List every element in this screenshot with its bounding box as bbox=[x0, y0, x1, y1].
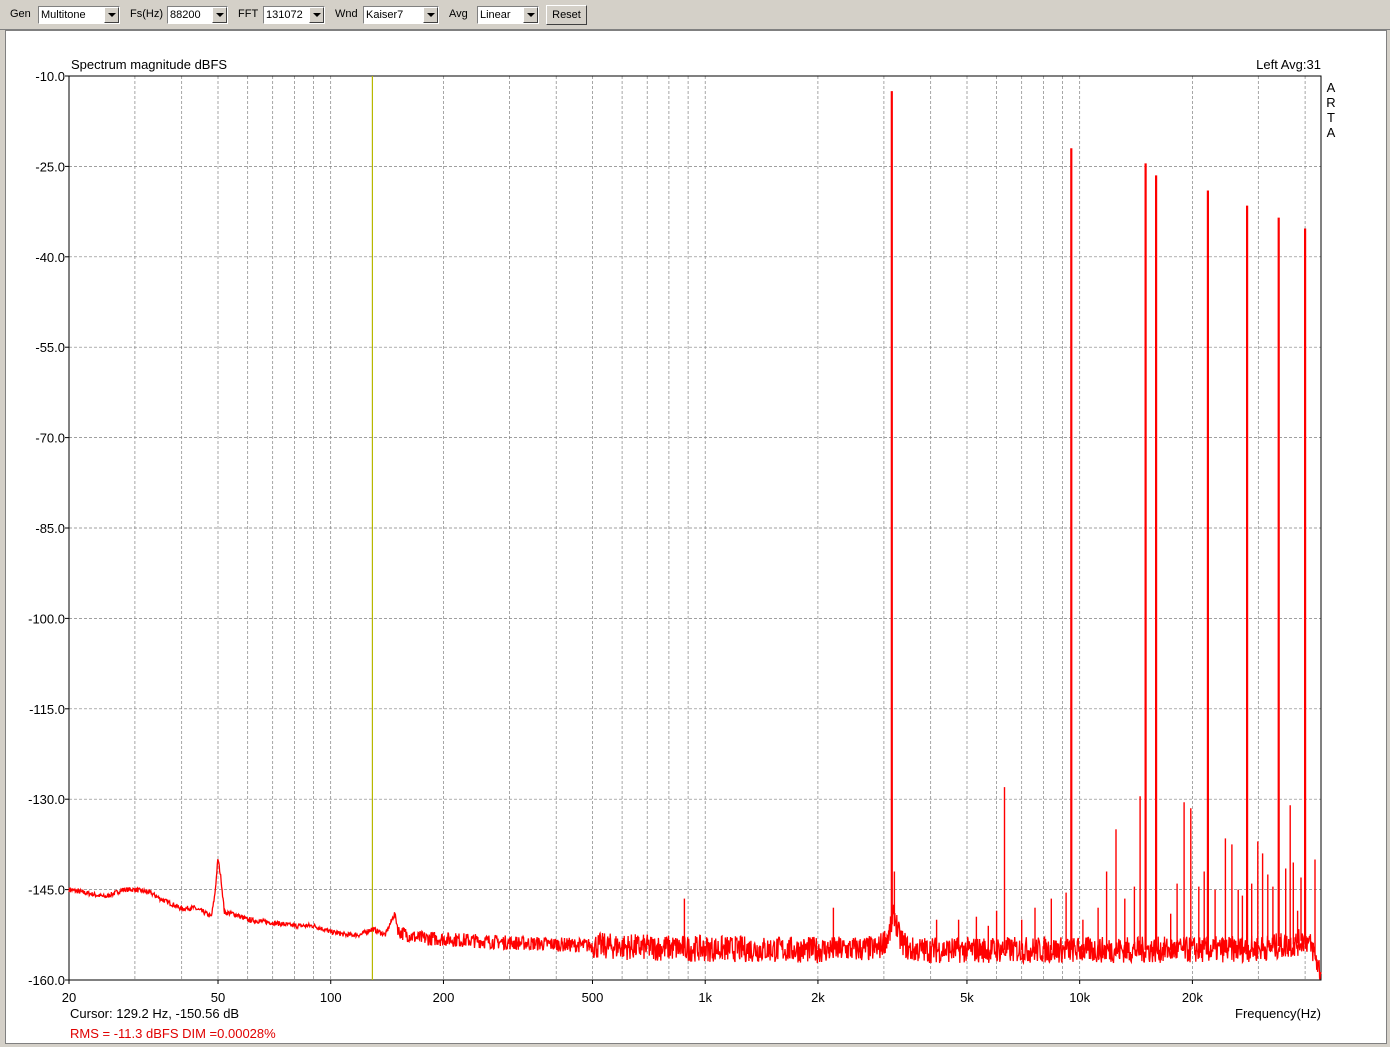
x-tick-label: 1k bbox=[698, 990, 712, 1005]
y-tick-label: -130.0 bbox=[28, 792, 65, 807]
channel-label: Left Avg:31 bbox=[1256, 57, 1321, 72]
x-tick-label: 10k bbox=[1069, 990, 1090, 1005]
spur-peaks bbox=[683, 787, 1316, 956]
x-tick-label: 100 bbox=[320, 990, 342, 1005]
y-tick-label: -145.0 bbox=[28, 883, 65, 898]
y-tick-label: -115.0 bbox=[29, 702, 65, 717]
x-tick-label: 5k bbox=[960, 990, 974, 1005]
x-axis: 20 50 100 200 500 1k 2k 5k 10k 20k bbox=[62, 980, 1203, 1005]
y-tick-label: -85.0 bbox=[35, 521, 65, 536]
chart-grid bbox=[69, 76, 1321, 980]
x-tick-label: 500 bbox=[582, 990, 604, 1005]
x-tick-label: 20k bbox=[1182, 990, 1203, 1005]
x-tick-label: 50 bbox=[211, 990, 225, 1005]
y-tick-label: -10.0 bbox=[35, 69, 65, 84]
x-tick-label: 2k bbox=[811, 990, 825, 1005]
brand-letter: A bbox=[1327, 80, 1336, 95]
x-tick-label: 20 bbox=[62, 990, 76, 1005]
rms-readout: RMS = -11.3 dBFS DIM =0.00028% bbox=[70, 1026, 276, 1041]
spectrum-chart[interactable]: -10.0 -25.0 -40.0 -55.0 -70.0 -85.0 -100.0 -115… bbox=[0, 0, 1390, 1047]
brand-letter: T bbox=[1327, 110, 1335, 125]
brand-letter: R bbox=[1326, 95, 1335, 110]
arta-brand: ARTA bbox=[1326, 80, 1335, 140]
chart-title: Spectrum magnitude dBFS bbox=[71, 57, 227, 72]
x-axis-label: Frequency(Hz) bbox=[1235, 1006, 1321, 1021]
y-tick-label: -70.0 bbox=[35, 431, 65, 446]
cursor-readout: Cursor: 129.2 Hz, -150.56 dB bbox=[70, 1006, 239, 1021]
brand-letter: A bbox=[1327, 125, 1336, 140]
noise-floor-trace bbox=[68, 859, 1322, 980]
tone-peaks bbox=[890, 91, 1307, 950]
y-tick-label: -55.0 bbox=[35, 340, 65, 355]
x-tick-label: 200 bbox=[433, 990, 455, 1005]
y-tick-label: -160.0 bbox=[28, 973, 65, 988]
y-tick-label: -40.0 bbox=[35, 250, 65, 265]
y-axis: -10.0 -25.0 -40.0 -55.0 -70.0 -85.0 -100.0 -115… bbox=[28, 69, 69, 988]
y-tick-label: -25.0 bbox=[35, 159, 65, 174]
y-tick-label: -100.0 bbox=[28, 611, 65, 626]
